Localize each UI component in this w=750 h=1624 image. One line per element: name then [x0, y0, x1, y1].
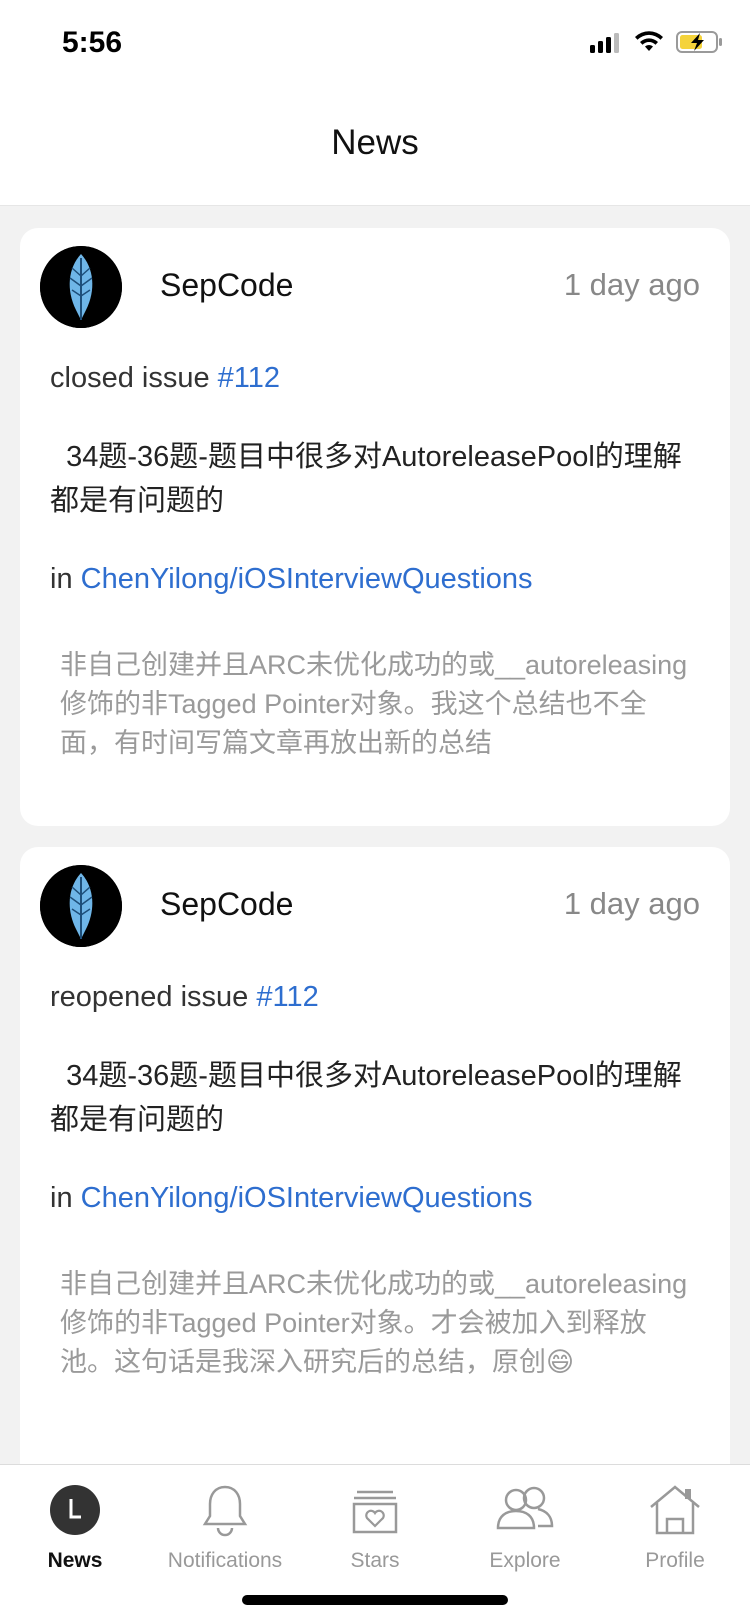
tab-profile[interactable]: Profile — [600, 1475, 750, 1573]
tab-stars[interactable]: Stars — [300, 1475, 450, 1573]
action-text: reopened issue — [50, 981, 257, 1013]
repo-prefix: in — [50, 563, 81, 595]
tab-label: Explore — [489, 1549, 561, 1572]
leaf-avatar-icon — [40, 865, 122, 947]
issue-link[interactable]: #112 — [256, 981, 318, 1013]
avatar[interactable] — [40, 246, 122, 328]
bell-icon — [150, 1475, 300, 1545]
status-icons — [590, 30, 724, 54]
tab-notifications[interactable]: Notifications — [150, 1475, 300, 1573]
action-text: closed issue — [50, 362, 218, 394]
comment-preview: 非自己创建并且ARC未优化成功的或__autoreleasing修饰的非Tagg… — [60, 1269, 688, 1377]
house-icon — [600, 1475, 750, 1545]
username[interactable]: SepCode — [160, 267, 293, 304]
timestamp: 1 day ago — [563, 267, 700, 302]
repo-prefix: in — [50, 1182, 81, 1214]
status-bar: 5:56 — [0, 0, 750, 96]
tab-label: News — [47, 1549, 103, 1572]
issue-title[interactable]: 34题-36题-题目中很多对AutoreleasePool的理解都是有问题的 — [50, 435, 700, 523]
tab-news[interactable]: News — [0, 1475, 150, 1573]
repo-line: in ChenYilong/iOSInterviewQuestions — [50, 563, 700, 596]
nav-bar: News — [0, 96, 750, 206]
avatar[interactable] — [40, 865, 122, 947]
tab-explore[interactable]: Explore — [450, 1475, 600, 1573]
tab-label: Stars — [350, 1549, 400, 1572]
repo-link[interactable]: ChenYilong/iOSInterviewQuestions — [81, 1182, 533, 1214]
username[interactable]: SepCode — [160, 886, 293, 923]
wifi-icon — [635, 31, 663, 51]
news-avatar-icon — [0, 1475, 150, 1545]
news-feed[interactable]: SepCode 1 day ago closed issue #112 34题-… — [0, 206, 750, 1464]
action-line: reopened issue #112 — [50, 981, 700, 1014]
signal-icon — [590, 33, 619, 53]
people-icon — [450, 1475, 600, 1545]
timestamp: 1 day ago — [563, 886, 700, 921]
repo-line: in ChenYilong/iOSInterviewQuestions — [50, 1182, 700, 1215]
card-header: SepCode 1 day ago — [40, 246, 700, 346]
tab-label: Profile — [645, 1549, 705, 1572]
battery-charging-icon — [676, 31, 722, 53]
stars-heart-box-icon — [300, 1475, 450, 1545]
page-title: News — [331, 122, 419, 162]
feed-card[interactable]: SepCode 1 day ago closed issue #112 34题-… — [20, 228, 730, 826]
leaf-avatar-icon — [40, 246, 122, 328]
repo-link[interactable]: ChenYilong/iOSInterviewQuestions — [81, 563, 533, 595]
comment-preview: 非自己创建并且ARC未优化成功的或__autoreleasing修饰的非Tagg… — [60, 650, 688, 758]
status-time: 5:56 — [62, 26, 123, 59]
action-line: closed issue #112 — [50, 362, 700, 395]
tab-label: Notifications — [167, 1549, 283, 1572]
feed-card[interactable]: SepCode 1 day ago reopened issue #112 34… — [20, 847, 730, 1464]
issue-title[interactable]: 34题-36题-题目中很多对AutoreleasePool的理解都是有问题的 — [50, 1054, 700, 1142]
issue-link[interactable]: #112 — [218, 362, 280, 394]
home-indicator[interactable] — [242, 1595, 508, 1605]
card-header: SepCode 1 day ago — [40, 865, 700, 965]
